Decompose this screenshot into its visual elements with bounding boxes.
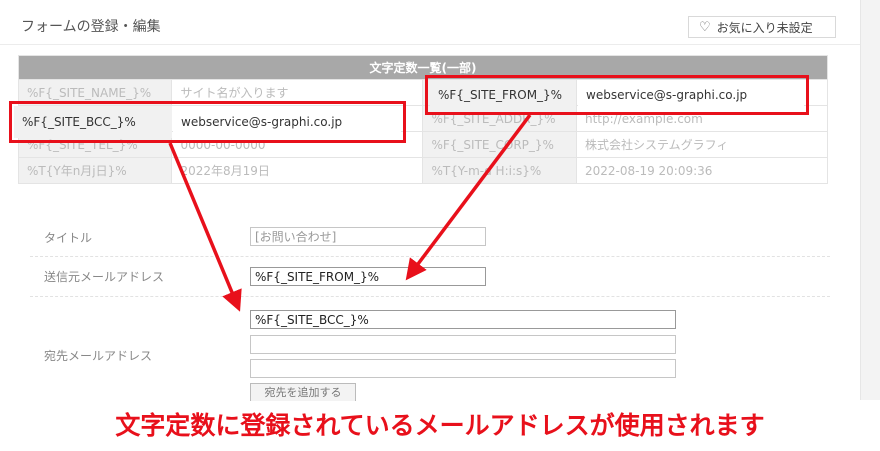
to-address-label: 宛先メールアドレス	[44, 349, 153, 363]
add-recipient-button[interactable]: 宛先を追加する	[250, 383, 356, 401]
highlight-box-site-bcc	[9, 101, 406, 143]
table-row: %T{Y年n月j日}% 2022年8月19日 %T{Y-m-d H:i:s}% …	[17, 157, 829, 184]
to-address-input[interactable]	[250, 310, 676, 329]
favorite-button[interactable]: ♡ お気に入り未設定	[688, 16, 836, 38]
page-title: フォームの登録・編集	[21, 19, 161, 35]
title-label: タイトル	[44, 231, 93, 245]
highlight-box-site-from	[425, 75, 809, 115]
form-edit-panel: フォームの登録・編集 ♡ お気に入り未設定 文字定数一覧(一部) %F{_SIT…	[0, 0, 861, 401]
page-header: フォームの登録・編集 ♡ お気に入り未設定	[0, 0, 860, 45]
constant-key: %T{Y-m-d H:i:s}%	[422, 157, 577, 184]
constant-key: %F{_SITE_CORP_}%	[422, 131, 577, 158]
constant-value: 2022年8月19日	[171, 157, 424, 184]
row-divider	[30, 256, 830, 257]
favorite-label: お気に入り未設定	[716, 20, 813, 35]
row-divider	[30, 296, 830, 297]
to-address-input[interactable]	[250, 335, 676, 354]
heart-icon: ♡	[699, 19, 711, 35]
title-input[interactable]	[250, 227, 486, 246]
constant-value: 株式会社システムグラフィ	[575, 131, 829, 158]
scroll-gutter	[861, 0, 880, 400]
from-address-input[interactable]	[250, 267, 486, 286]
constant-value: 2022-08-19 20:09:36	[575, 157, 829, 184]
constant-key: %T{Y年n月j日}%	[17, 157, 173, 184]
annotation-caption: 文字定数に登録されているメールアドレスが使用されます	[115, 411, 765, 440]
from-address-label: 送信元メールアドレス	[44, 270, 165, 284]
to-address-input[interactable]	[250, 359, 676, 378]
